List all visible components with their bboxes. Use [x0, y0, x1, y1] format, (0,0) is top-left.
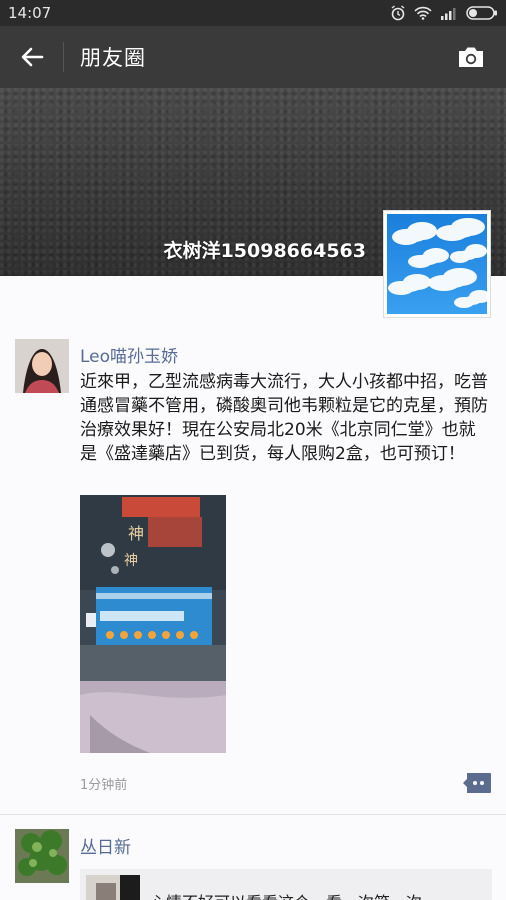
sky-clouds-image: [387, 214, 487, 314]
alarm-icon: [391, 5, 405, 21]
camera-icon[interactable]: [456, 44, 486, 70]
status-time: 14:07: [8, 4, 52, 22]
shared-link-title: 心情不好可以看看这个，看一次笑一次: [150, 889, 422, 900]
svg-text:神: 神: [124, 553, 138, 569]
status-bar: 14:07: [0, 0, 506, 26]
post-author-name[interactable]: Leo喵孙玉娇: [80, 342, 178, 367]
shared-link-card[interactable]: 心情不好可以看看这个，看一次笑一次: [80, 869, 492, 900]
post-photo[interactable]: 神 神: [80, 495, 226, 753]
post-timestamp: 1分钟前: [80, 778, 128, 793]
cover-user-name[interactable]: 衣树洋15098664563: [164, 236, 366, 263]
back-arrow-icon[interactable]: [18, 43, 46, 71]
cover-avatar[interactable]: [383, 210, 491, 318]
title-bar: 朋友圈: [0, 26, 506, 88]
comment-dots-icon[interactable]: [462, 772, 492, 794]
wifi-icon: [414, 6, 432, 20]
post-content: 近來甲，乙型流感病毒大流行，大人小孩都中招，吃普通感冒藥不管用，磷酸奧司他韦颗粒…: [80, 372, 488, 464]
signal-icon: [441, 8, 456, 20]
status-icons: [390, 5, 498, 21]
post-author-name[interactable]: 丛日新: [80, 833, 131, 858]
page-title: 朋友圈: [80, 46, 146, 70]
post-avatar[interactable]: [15, 339, 69, 393]
post-divider: [0, 814, 506, 815]
shared-link-thumbnail: [86, 875, 140, 900]
post-avatar[interactable]: [15, 829, 69, 883]
battery-icon: [466, 6, 497, 20]
svg-text:神: 神: [128, 524, 144, 543]
title-divider: [63, 42, 64, 72]
